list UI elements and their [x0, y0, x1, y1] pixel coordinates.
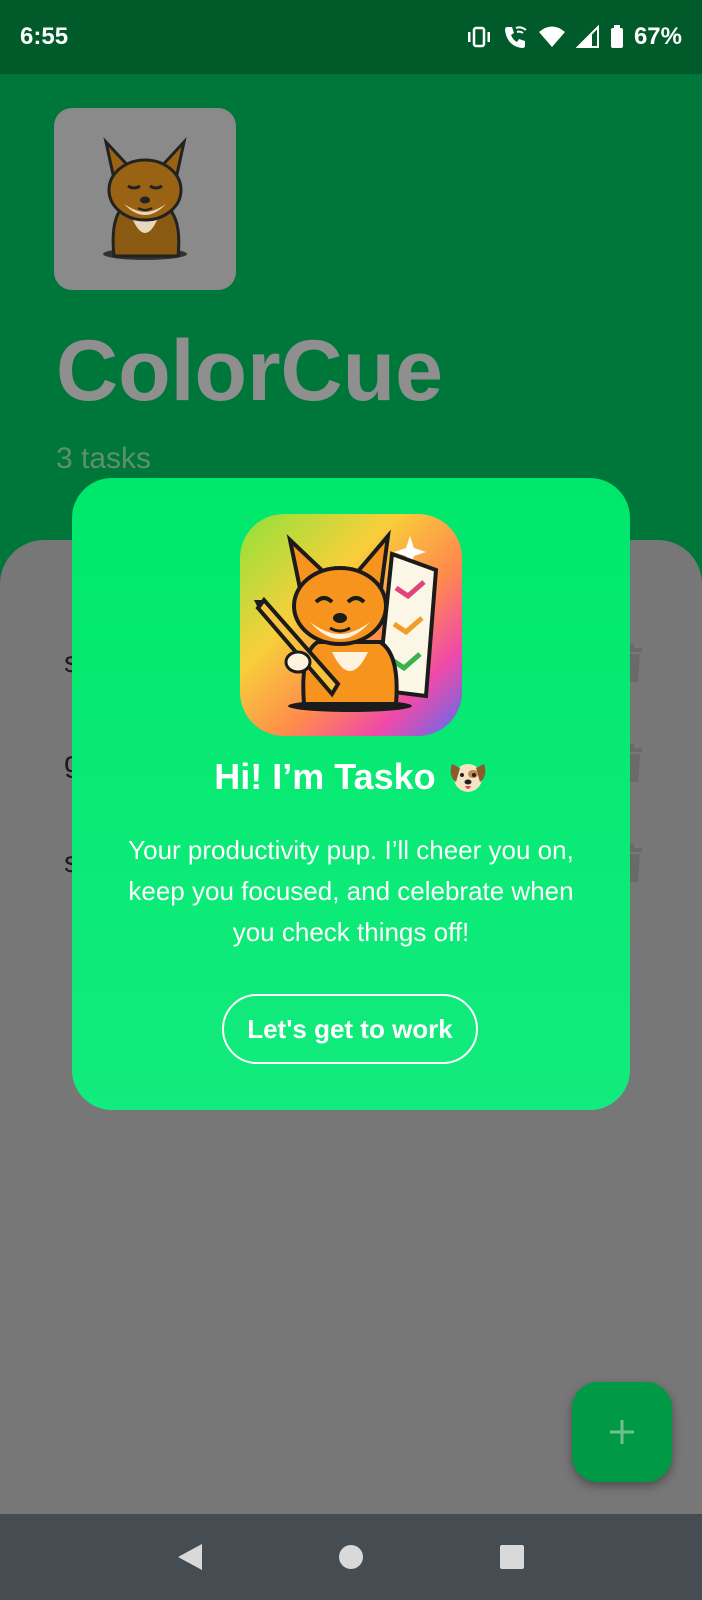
back-icon[interactable]: [176, 1542, 204, 1572]
vibrate-icon: [467, 26, 490, 48]
task-count: 3 tasks: [56, 442, 152, 475]
dialog-title: Hi! I’m Tasko: [72, 756, 630, 798]
status-icons: 67%: [466, 23, 682, 51]
cell-signal-icon: [575, 25, 599, 48]
dog-face-icon: [450, 764, 486, 792]
wifi-icon: [538, 26, 565, 47]
status-time: 6:55: [20, 23, 69, 50]
system-nav-bar: [0, 1514, 702, 1600]
recents-icon[interactable]: [498, 1543, 526, 1571]
add-task-button[interactable]: [572, 1382, 672, 1482]
home-icon[interactable]: [337, 1543, 365, 1571]
corgi-logo: [54, 108, 236, 290]
welcome-dialog: Hi! I’m Tasko Your productivity pup. I’l…: [72, 478, 630, 1110]
tasko-mascot-icon: [240, 514, 462, 736]
battery-percent: 67%: [633, 23, 682, 50]
battery-icon: [610, 25, 623, 48]
status-bar: 6:55 67%: [0, 0, 702, 74]
dialog-body: Your productivity pup. I’ll cheer you on…: [128, 835, 574, 947]
get-started-button[interactable]: Let's get to work: [222, 994, 478, 1064]
app-title: ColorCue: [56, 323, 443, 419]
plus-icon: [610, 1420, 634, 1444]
wifi-call-icon: [504, 26, 527, 48]
dialog-title-text: Hi! I’m Tasko: [214, 756, 436, 797]
